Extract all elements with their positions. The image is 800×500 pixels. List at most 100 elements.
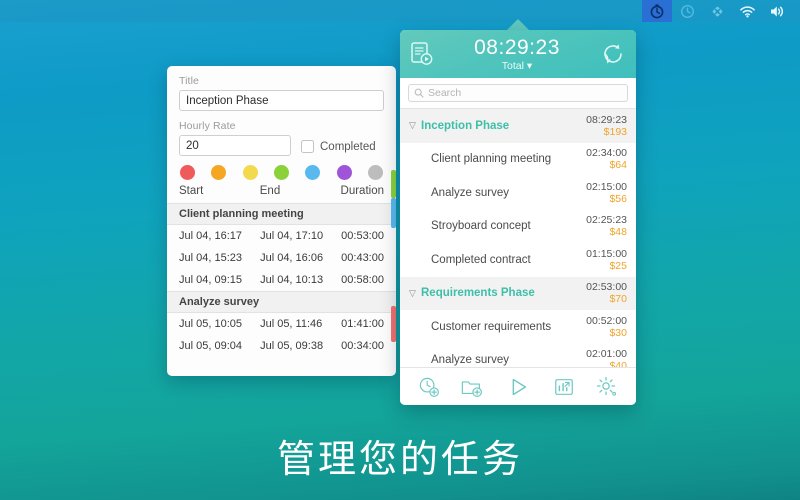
menubar-item-clock[interactable] (672, 0, 702, 22)
task-editor-window: Title Inception Phase Hourly Rate 20 Com… (167, 66, 396, 376)
menubar-item-volume[interactable] (762, 0, 792, 22)
phase-name: Inception Phase (421, 119, 510, 132)
row-amount: $30 (609, 326, 627, 339)
column-duration: Duration (340, 185, 384, 197)
time-entry-row[interactable]: Jul 04, 16:17 Jul 04, 17:10 00:53:00 (167, 225, 396, 247)
phase-row[interactable]: ▽ Inception Phase 08:29:23 $193 (400, 109, 636, 143)
row-duration: 00:52:00 (586, 314, 627, 327)
search-placeholder: Search (428, 87, 462, 99)
add-timer-icon[interactable] (418, 376, 440, 398)
color-tag-1 (391, 198, 396, 228)
row-values: 02:53:00 $70 (586, 281, 627, 305)
time-entry-row[interactable]: Jul 05, 09:04 Jul 05, 09:38 00:34:00 (167, 335, 396, 357)
entry-end: Jul 04, 17:10 (260, 230, 324, 242)
row-values: 02:34:00 $64 (586, 147, 627, 171)
task-row[interactable]: Analyze survey 02:15:00 $56 (400, 176, 636, 210)
time-entry-row[interactable]: Jul 04, 09:15 Jul 04, 10:13 00:58:00 (167, 269, 396, 291)
color-swatch-6[interactable] (367, 165, 383, 180)
entry-group-header[interactable]: Analyze survey (167, 291, 396, 313)
search-field[interactable]: Search (408, 84, 628, 102)
macos-menu-bar (0, 0, 800, 22)
task-row[interactable]: Customer requirements 00:52:00 $30 (400, 310, 636, 344)
row-values: 02:01:00 $40 (586, 348, 627, 367)
popup-total-time: 08:29:23 (474, 35, 560, 59)
row-values: 01:15:00 $25 (586, 248, 627, 272)
row-values: 02:15:00 $56 (586, 181, 627, 205)
popup-clock: 08:29:23 Total ▾ (434, 37, 600, 72)
clock-icon (680, 4, 694, 18)
settings-gear-icon[interactable] (595, 375, 618, 398)
menubar-item-dropbox[interactable] (702, 0, 732, 22)
row-amount: $64 (609, 159, 627, 172)
row-duration: 02:15:00 (586, 180, 627, 193)
color-swatch-4[interactable] (305, 165, 321, 180)
column-end: End (259, 185, 281, 197)
color-swatch-2[interactable] (242, 165, 258, 180)
play-icon[interactable] (504, 373, 532, 401)
task-name: Client planning meeting (431, 153, 552, 166)
reports-icon[interactable] (553, 376, 575, 398)
task-row[interactable]: Client planning meeting 02:34:00 $64 (400, 143, 636, 177)
hourly-rate-input[interactable]: 20 (179, 135, 291, 156)
disclosure-triangle-icon[interactable]: ▽ (409, 288, 421, 299)
task-row[interactable]: Stroyboard concept 02:25:23 $48 (400, 210, 636, 244)
color-swatch-3[interactable] (273, 165, 289, 180)
wifi-icon (739, 5, 755, 18)
add-folder-icon[interactable] (460, 376, 484, 398)
column-start: Start (179, 185, 204, 197)
row-duration: 08:29:23 (586, 113, 627, 126)
row-amount: $25 (609, 259, 627, 272)
disclosure-triangle-icon[interactable]: ▽ (409, 120, 421, 131)
entry-start: Jul 04, 16:17 (179, 230, 242, 242)
color-picker[interactable] (167, 156, 396, 180)
entry-start: Jul 05, 10:05 (179, 318, 242, 330)
phase-name: Requirements Phase (421, 287, 535, 300)
row-values: 08:29:23 $193 (586, 114, 627, 138)
chevron-down-icon: ▾ (526, 59, 533, 72)
completed-checkbox[interactable] (301, 140, 314, 153)
menubar-item-wifi[interactable] (732, 0, 762, 22)
time-entries-list[interactable]: Client planning meeting Jul 04, 16:17 Jul … (167, 203, 396, 357)
row-duration: 01:15:00 (586, 247, 627, 260)
volume-icon (771, 6, 783, 16)
entry-end: Jul 05, 09:38 (260, 340, 324, 352)
popup-total-text: Total (501, 59, 524, 72)
hourly-rate-label: Hourly Rate (179, 120, 236, 132)
task-row[interactable]: Completed contract 01:15:00 $25 (400, 243, 636, 277)
entry-duration: 00:43:00 (341, 252, 384, 264)
popup-toolbar (400, 367, 636, 405)
entry-duration: 00:58:00 (341, 274, 384, 286)
row-amount: $56 (609, 192, 627, 205)
entry-end: Jul 04, 16:06 (260, 252, 324, 264)
task-name: Analyze survey (431, 354, 509, 367)
menubar-item-stopwatch[interactable] (642, 0, 672, 22)
row-amount: $40 (609, 360, 627, 367)
timer-popup-panel: 08:29:23 Total ▾ Search ▽ Inception Phase… (400, 30, 636, 405)
task-name: Customer requirements (431, 320, 552, 333)
report-play-icon[interactable] (410, 41, 434, 67)
color-tag-2 (391, 306, 396, 342)
entry-duration: 00:34:00 (341, 340, 384, 352)
color-swatch-0[interactable] (180, 165, 195, 180)
stopwatch-icon (650, 4, 664, 19)
title-input[interactable]: Inception Phase (179, 90, 384, 111)
completed-label: Completed (320, 140, 376, 153)
entry-start: Jul 04, 15:23 (179, 252, 242, 264)
completed-checkbox-group[interactable]: Completed (301, 140, 376, 156)
refresh-icon[interactable] (600, 41, 626, 67)
color-swatch-5[interactable] (336, 165, 352, 180)
marketing-caption: 管理您的任务 (276, 437, 523, 481)
time-entry-row[interactable]: Jul 04, 15:23 Jul 04, 16:06 00:43:00 (167, 247, 396, 269)
task-list[interactable]: ▽ Inception Phase 08:29:23 $193 Client plann… (400, 109, 636, 367)
entry-group-header[interactable]: Client planning meeting (167, 203, 396, 225)
color-tag-0 (391, 170, 396, 198)
color-swatch-1[interactable] (211, 165, 227, 180)
time-entry-row[interactable]: Jul 05, 10:05 Jul 05, 11:46 01:41:00 (167, 313, 396, 335)
search-icon (414, 88, 424, 98)
popup-total-label[interactable]: Total ▾ (434, 61, 600, 72)
editor-fields: Title Inception Phase Hourly Rate 20 Com… (167, 66, 396, 156)
task-name: Analyze survey (431, 186, 509, 199)
row-amount: $48 (609, 226, 627, 239)
task-row[interactable]: Analyze survey 02:01:00 $40 (400, 344, 636, 367)
phase-row[interactable]: ▽ Requirements Phase 02:53:00 $70 (400, 276, 636, 310)
